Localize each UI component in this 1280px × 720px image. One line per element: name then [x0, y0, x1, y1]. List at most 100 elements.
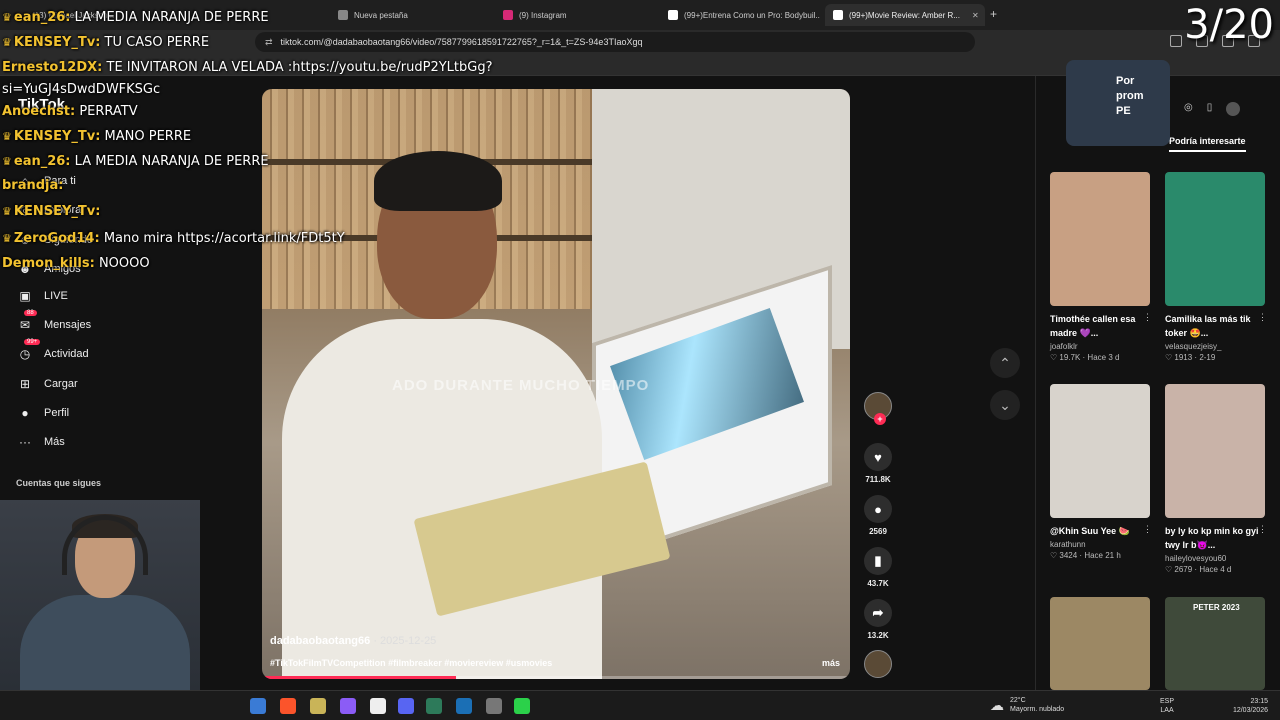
chat-username: ean_26:	[13, 10, 71, 25]
save-button[interactable]: ▮ 43.7K	[860, 547, 896, 588]
video-scene-doctor-hair	[374, 151, 502, 211]
clock-date: 12/03/2026	[1232, 707, 1268, 714]
url-field[interactable]: ⇄ tiktok.com/@dadabaobaotang66/video/758…	[255, 32, 975, 52]
follow-plus-icon[interactable]: +	[874, 413, 886, 425]
share-icon: ➦	[864, 599, 892, 627]
sidebar-item-mensajes[interactable]: ✉ 88 Mensajes	[16, 310, 91, 334]
chat-text: Mano mira https://acortar.link/FDt5tY	[103, 231, 345, 246]
video-progress-bar[interactable]	[262, 676, 850, 679]
video-author[interactable]: dadabaobaotang66 · 2025-12-25	[270, 635, 436, 647]
comment-icon: ●	[864, 495, 892, 523]
weather-widget[interactable]: ☁ 22°C Mayorm. nublado	[990, 696, 1064, 714]
next-video-button[interactable]: ⌄	[990, 390, 1020, 420]
video-card[interactable]: by ly ko kp min ko gyi twy lr b😈... hail…	[1165, 384, 1267, 574]
tab-new-tab[interactable]: Nueva pestaña	[330, 4, 490, 26]
bookmark-icon: ▮	[864, 547, 892, 575]
more-link[interactable]: más	[822, 658, 840, 668]
card-user: haileylovesyou60	[1165, 554, 1227, 563]
video-subtitle: ADO DURANTE MUCHO TIEMPO	[392, 377, 650, 394]
video-card[interactable]: Timothée callen esa madre 💜... joafolklr…	[1050, 172, 1152, 362]
app-icon[interactable]	[310, 698, 326, 714]
card-meta: ♡ 1913 · 2-19	[1165, 353, 1216, 362]
heart-icon: ♡	[1165, 565, 1173, 574]
messages-icon: ✉ 88	[16, 310, 37, 334]
heart-icon: ♡	[1050, 353, 1058, 362]
steam-icon[interactable]	[456, 698, 472, 714]
brave-icon[interactable]	[280, 698, 296, 714]
chat-text: si=YuGJ4sDwdDWFKSGc	[2, 82, 161, 97]
clock[interactable]: 23:15 12/03/2026	[1233, 697, 1268, 715]
comment-button[interactable]: ● 2569	[860, 495, 896, 536]
video-card[interactable]: Camilika las más tik toker 🤩... velasque…	[1165, 172, 1267, 362]
taskbar: ☁ 22°C Mayorm. nublado ESP LAA 23:15 12/03/…	[0, 690, 1280, 720]
crown-icon: ♛	[2, 11, 12, 24]
video-card[interactable]: PETER 2023	[1165, 597, 1267, 690]
crown-icon: ♛	[2, 130, 12, 143]
video-thumbnail	[1165, 172, 1265, 306]
chat-username: ean_26:	[13, 154, 71, 169]
extensions-icon[interactable]	[1170, 35, 1182, 47]
close-tab-icon[interactable]: ✕	[972, 11, 979, 20]
video-thumbnail	[1165, 384, 1265, 518]
streamer-webcam	[0, 500, 200, 690]
sidebar-item-mas[interactable]: ··· Más	[16, 433, 65, 451]
sidebar-item-cargar[interactable]: ⊞ Cargar	[16, 375, 78, 393]
weather-desc: Mayorm. nublado	[1010, 706, 1065, 713]
heart-icon: ♥	[864, 443, 892, 471]
more-options-icon[interactable]: ⋮	[1143, 524, 1152, 535]
chat-message: Demon_kills: NOOOO	[2, 256, 150, 271]
terminal-icon[interactable]	[426, 698, 442, 714]
tab-instagram[interactable]: (9) Instagram	[495, 4, 655, 26]
avatar[interactable]	[1226, 102, 1241, 116]
ad-banner[interactable]: Por prom PE	[1066, 60, 1170, 146]
more-options-icon[interactable]: ⋮	[1143, 312, 1152, 323]
language-indicator[interactable]: ESP LAA	[1160, 697, 1174, 715]
video-card[interactable]	[1050, 597, 1152, 690]
edge-icon[interactable]	[250, 698, 266, 714]
site-info-icon[interactable]: ⇄	[265, 37, 273, 48]
play-icon[interactable]	[514, 698, 530, 714]
music-disc-button[interactable]	[860, 650, 896, 678]
weather-text: 22°C Mayorm. nublado	[1010, 696, 1064, 714]
chat-username: Anoechst:	[2, 104, 76, 119]
heart-icon: ♡	[1050, 551, 1058, 560]
previous-video-button[interactable]: ⌃	[990, 348, 1020, 378]
tiktok-icon	[833, 10, 843, 20]
video-hashtags[interactable]: #TikTokFilmTVCompetition #filmbreaker #m…	[270, 658, 552, 668]
ad-line: Por	[1116, 75, 1135, 87]
creator-avatar-button[interactable]: +	[860, 392, 896, 425]
chat-username: KENSEY_Tv:	[13, 204, 101, 219]
obs-icon[interactable]	[340, 698, 356, 714]
compass-icon[interactable]: ◎	[1184, 102, 1193, 116]
tab-podria-interesarte[interactable]: Podría interesarte	[1169, 136, 1246, 152]
sidebar-item-perfil[interactable]: ● Perfil	[16, 404, 69, 422]
shield-icon	[338, 10, 348, 20]
sidebar-item-live[interactable]: ▣ LIVE	[16, 287, 68, 305]
chat-text: TU CASO PERRE	[104, 35, 210, 50]
tab-movie-review[interactable]: (99+)Movie Review: Amber R... ✕	[825, 4, 985, 26]
more-options-icon[interactable]: ⋮	[1258, 524, 1267, 535]
discord-icon[interactable]	[398, 698, 414, 714]
more-options-icon[interactable]: ⋮	[1258, 312, 1267, 323]
counter: 3/20	[1184, 2, 1274, 48]
ad-text: Por prom PE	[1116, 74, 1144, 119]
like-button[interactable]: ♥ 711.8K	[860, 443, 896, 484]
panel-icons: ◎ ▯	[1184, 102, 1241, 116]
sidebar-item-actividad[interactable]: ◷ 99+ Actividad	[16, 339, 89, 363]
tab-bodybuilding[interactable]: (99+)Entrena Como un Pro: Bodybuil...	[660, 4, 820, 26]
settings-icon[interactable]	[486, 698, 502, 714]
following-section-title: Cuentas que sigues	[16, 478, 102, 488]
new-tab-button[interactable]: +	[990, 7, 997, 21]
card-user: karathunn	[1050, 540, 1086, 549]
share-button[interactable]: ➦ 13.2K	[860, 599, 896, 640]
video-card[interactable]: @Khin Suu Yee 🍉 karathunn ♡ 3424 · Hace …	[1050, 384, 1152, 560]
chat-username: brandja:	[2, 178, 64, 193]
music-disc-icon	[864, 650, 892, 678]
video-thumbnail	[1050, 384, 1150, 518]
activity-badge: 99+	[24, 339, 41, 345]
phone-icon[interactable]: ▯	[1207, 102, 1213, 116]
file-icon[interactable]	[370, 698, 386, 714]
chat-text: NOOOO	[98, 256, 150, 271]
chat-message: ♛ KENSEY_Tv: TU CASO PERRE	[2, 35, 209, 50]
video-player[interactable]: ADO DURANTE MUCHO TIEMPO dadabaobaotang6…	[262, 89, 850, 679]
